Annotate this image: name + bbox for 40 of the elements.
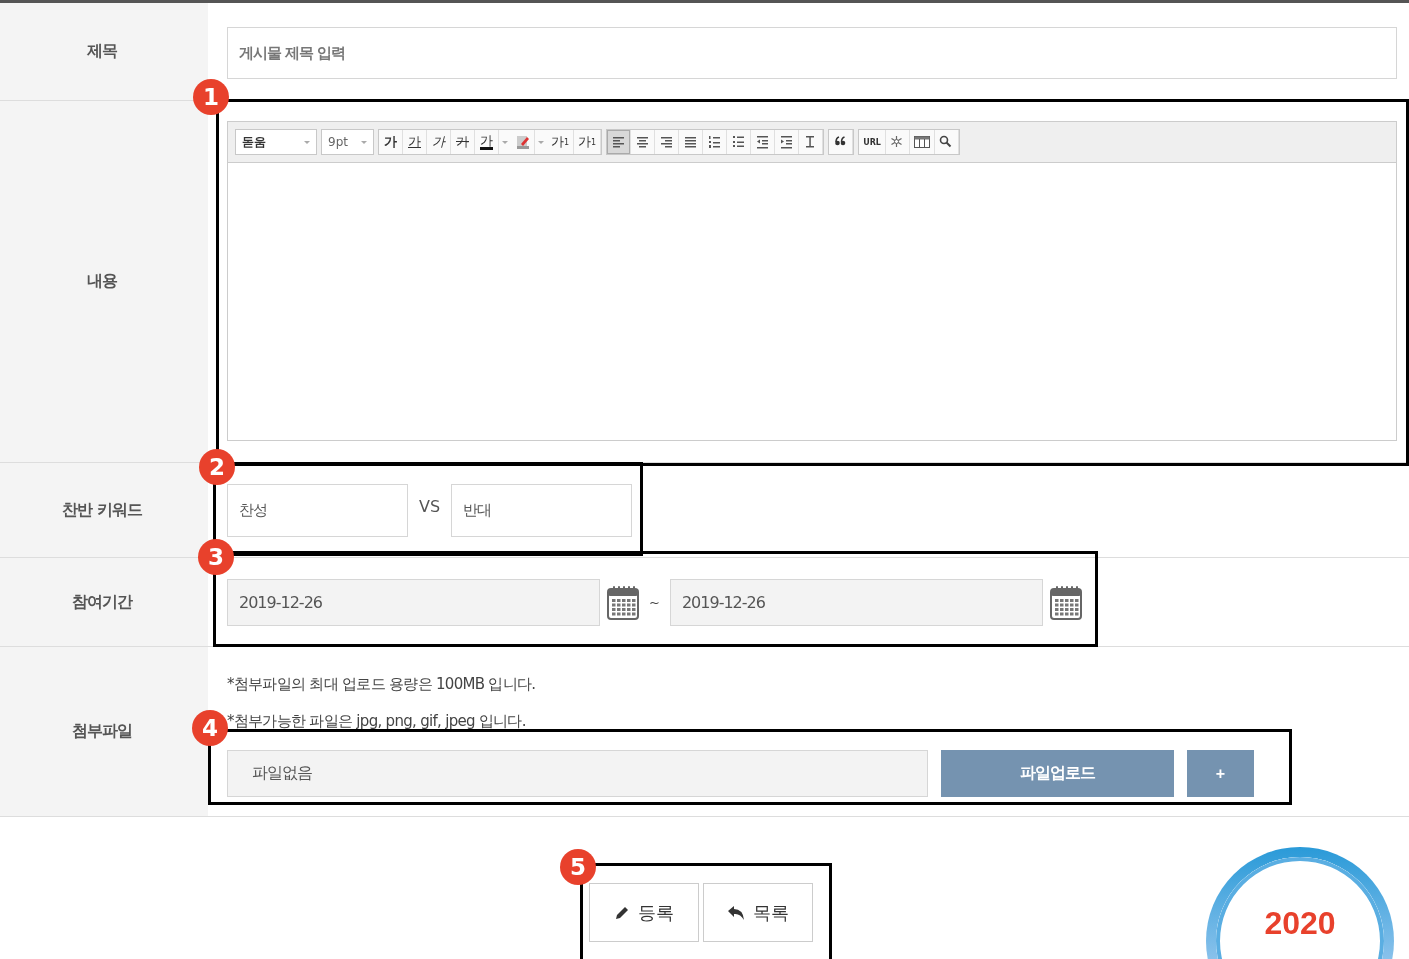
register-button[interactable]: 등록 <box>589 883 699 942</box>
calendar-icon[interactable] <box>1049 584 1082 620</box>
caret-icon <box>361 140 367 144</box>
justify-icon <box>683 135 698 149</box>
end-date-field[interactable]: 2019-12-26 <box>669 578 1043 626</box>
annotation-number: 2 <box>199 449 235 485</box>
return-arrow-icon <box>727 904 745 921</box>
pencil-icon <box>614 904 630 921</box>
title-input-field[interactable]: 게시물 제목 입력 <box>227 27 1397 79</box>
file-name-field[interactable]: 파일없음 <box>227 750 928 797</box>
highlighter-icon <box>515 135 530 149</box>
note-text: *첨부파일의 최대 업로드 용량은 100MB 입니다. <box>227 674 537 695</box>
indent-icon <box>779 135 794 149</box>
caret-icon <box>304 140 310 144</box>
toolbar-dropdown[interactable]: 돋움 <box>235 129 317 155</box>
tilde-text: ~ <box>649 594 660 610</box>
con-keyword-field[interactable]: 반대 <box>451 483 633 537</box>
numbered-list-icon <box>707 135 722 149</box>
note-text: *첨부가능한 파일은 jpg, png, gif, jpeg 입니다. <box>227 711 527 732</box>
annotation-number: 3 <box>198 539 234 575</box>
toolbar-button[interactable] <box>607 130 632 154</box>
table-icon <box>913 135 930 149</box>
field-label: 찬반 키워드 <box>0 463 208 557</box>
caret-icon <box>502 140 508 144</box>
calendar-icon[interactable] <box>607 584 639 620</box>
pro-keyword-field[interactable]: 찬성 <box>227 483 408 537</box>
caret-icon <box>538 140 544 144</box>
outdent-icon <box>755 135 770 149</box>
badge-year: 2020 <box>1264 907 1336 939</box>
start-date-field[interactable]: 2019-12-26 <box>227 578 600 626</box>
align-center-icon <box>635 135 650 149</box>
field-label: 참여기간 <box>0 558 208 646</box>
bullet-list-icon <box>731 135 746 149</box>
annotation-number: 5 <box>560 849 596 885</box>
toolbar-dropdown[interactable]: 9pt <box>321 129 374 155</box>
magnifier-icon <box>939 135 954 149</box>
vs-text: VS <box>419 496 441 516</box>
align-left-icon <box>611 135 626 149</box>
list-button[interactable]: 목록 <box>703 883 813 942</box>
align-right-icon <box>659 135 674 149</box>
